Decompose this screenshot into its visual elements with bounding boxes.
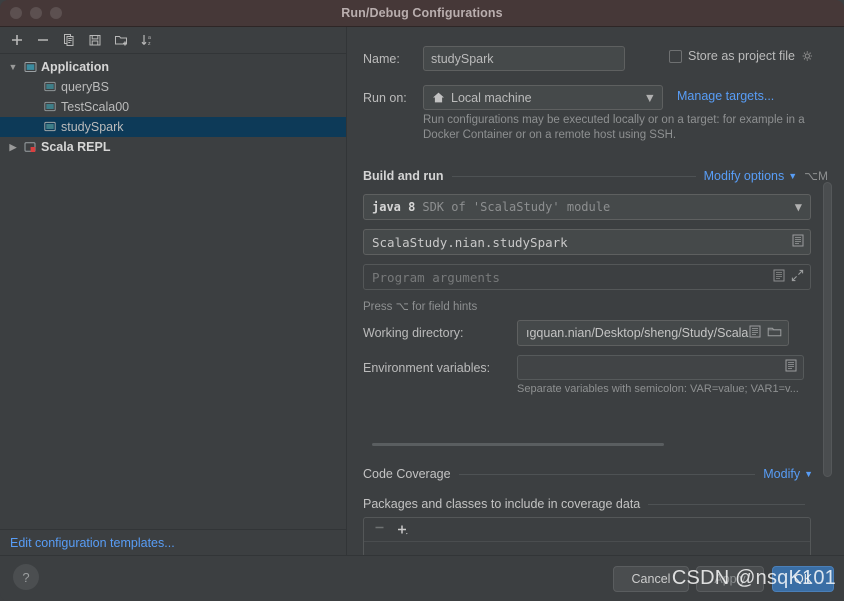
expand-fullscreen-icon[interactable] xyxy=(791,269,804,285)
remove-package-button[interactable] xyxy=(373,521,386,539)
build-and-run-section-header: Build and run Modify options ▼ ⌥M xyxy=(363,169,828,183)
environment-variables-note: Separate variables with semicolon: VAR=v… xyxy=(517,383,799,395)
field-hints-note: Press ⌥ for field hints xyxy=(363,301,478,313)
chevron-down-icon[interactable]: ▼ xyxy=(795,200,802,214)
name-label: Name: xyxy=(363,51,400,66)
chevron-down-icon[interactable]: ▼ xyxy=(644,91,656,105)
remove-configuration-button[interactable] xyxy=(31,29,55,51)
tree-item-studyspark[interactable]: studySpark xyxy=(0,117,346,137)
store-as-project-file-label: Store as project file xyxy=(688,49,795,63)
copy-configuration-button[interactable] xyxy=(57,29,81,51)
section-divider xyxy=(458,473,756,475)
gear-icon[interactable] xyxy=(801,50,814,63)
run-on-label: Run on: xyxy=(363,90,407,105)
apply-button[interactable]: Apply xyxy=(696,566,764,592)
run-on-row: Run on: Local machine ▼ xyxy=(363,85,663,110)
code-coverage-modify-link[interactable]: Modify xyxy=(763,467,800,481)
zoom-window-icon[interactable] xyxy=(50,7,62,19)
sdk-dropdown[interactable]: java 8 SDK of 'ScalaStudy' module ▼ xyxy=(363,194,811,220)
chevron-right-icon[interactable]: ▶ xyxy=(5,142,21,153)
save-configuration-button[interactable] xyxy=(83,29,107,51)
modify-options-link[interactable]: Modify options xyxy=(704,169,785,183)
window-title: Run/Debug Configurations xyxy=(341,6,503,20)
configurations-tree: ▼ Application queryBS TestScala00 studyS… xyxy=(0,54,346,157)
section-divider xyxy=(451,175,696,177)
help-button[interactable]: ? xyxy=(13,564,39,590)
working-directory-input[interactable]: ıgquan.nian/Desktop/sheng/Study/Scala xyxy=(517,320,789,346)
coverage-packages-list[interactable] xyxy=(363,517,811,555)
manage-targets-link[interactable]: Manage targets... xyxy=(677,89,774,103)
main-class-input[interactable]: ScalaStudy.nian.studySpark xyxy=(363,229,811,255)
panel-splitter-handle[interactable] xyxy=(372,443,664,446)
program-arguments-input[interactable]: Program arguments xyxy=(363,264,811,290)
expand-editor-icon[interactable] xyxy=(792,234,804,250)
working-directory-value: ıgquan.nian/Desktop/sheng/Study/Scala xyxy=(526,326,749,340)
tree-group-label: Scala REPL xyxy=(41,140,111,154)
build-and-run-title: Build and run xyxy=(363,169,444,183)
config-icon xyxy=(41,81,59,93)
sdk-name: java 8 xyxy=(372,200,416,214)
config-icon xyxy=(41,121,59,133)
scala-repl-icon xyxy=(21,141,39,154)
ok-button[interactable]: OK xyxy=(772,566,834,592)
chevron-down-icon[interactable]: ▼ xyxy=(804,469,813,479)
run-debug-configurations-dialog: Run/Debug Configurations a z ▼ Applicati… xyxy=(0,0,844,601)
tree-item-label: TestScala00 xyxy=(61,100,130,114)
traffic-lights xyxy=(10,7,62,19)
main-class-value: ScalaStudy.nian.studySpark xyxy=(372,234,568,250)
config-icon xyxy=(41,101,59,113)
edit-configuration-templates-link[interactable]: Edit configuration templates... xyxy=(0,529,347,555)
chevron-down-icon[interactable]: ▼ xyxy=(788,171,797,181)
section-divider xyxy=(648,503,805,505)
run-on-value: Local machine xyxy=(451,90,532,105)
move-to-folder-button[interactable] xyxy=(109,29,133,51)
environment-variables-row: Environment variables: xyxy=(363,355,823,380)
sdk-description: SDK of 'ScalaStudy' module xyxy=(422,200,611,214)
coverage-list-toolbar xyxy=(364,518,810,542)
name-input[interactable]: studySpark xyxy=(423,46,625,71)
tree-item-label: studySpark xyxy=(61,120,124,134)
close-window-icon[interactable] xyxy=(10,7,22,19)
coverage-packages-header: Packages and classes to include in cover… xyxy=(363,497,813,511)
expand-editor-icon[interactable] xyxy=(785,359,797,377)
store-as-project-file-checkbox[interactable] xyxy=(669,49,682,63)
home-icon xyxy=(432,91,445,104)
expand-editor-icon[interactable] xyxy=(773,269,785,285)
svg-text:z: z xyxy=(148,41,151,47)
configuration-editor-panel: Name: studySpark Store as project file R… xyxy=(347,27,844,555)
window-titlebar: Run/Debug Configurations xyxy=(0,0,844,27)
sort-configurations-button[interactable]: a z xyxy=(135,29,159,51)
editor-panel-scrollbar[interactable] xyxy=(823,182,832,477)
environment-variables-input[interactable] xyxy=(517,355,804,380)
code-coverage-section-header: Code Coverage Modify ▼ xyxy=(363,467,813,481)
program-arguments-placeholder: Program arguments xyxy=(372,269,500,285)
environment-variables-label: Environment variables: xyxy=(363,360,491,375)
tree-group-application[interactable]: ▼ Application xyxy=(0,57,346,77)
add-package-button[interactable] xyxy=(396,523,411,537)
coverage-packages-label: Packages and classes to include in cover… xyxy=(363,497,641,511)
dialog-footer: ? Cancel Apply OK CSDN @nsqK101 xyxy=(0,555,844,601)
configurations-sidebar: a z ▼ Application queryBS TestScala00 st… xyxy=(0,27,347,555)
cancel-button[interactable]: Cancel xyxy=(613,566,689,592)
expand-editor-icon[interactable] xyxy=(749,325,761,341)
chevron-down-icon[interactable]: ▼ xyxy=(5,62,21,72)
configurations-toolbar: a z xyxy=(0,27,346,54)
run-on-dropdown[interactable]: Local machine ▼ xyxy=(423,85,663,110)
working-directory-label: Working directory: xyxy=(363,326,464,340)
modify-options-shortcut: ⌥M xyxy=(804,169,828,183)
tree-item-testscala00[interactable]: TestScala00 xyxy=(0,97,346,117)
add-configuration-button[interactable] xyxy=(5,29,29,51)
working-directory-row: Working directory: ıgquan.nian/Desktop/s… xyxy=(363,320,823,346)
tree-group-label: Application xyxy=(41,60,110,74)
tree-item-querybs[interactable]: queryBS xyxy=(0,77,346,97)
tree-group-scala-repl[interactable]: ▶ Scala REPL xyxy=(0,137,346,157)
application-icon xyxy=(21,61,39,74)
minimize-window-icon[interactable] xyxy=(30,7,42,19)
browse-folder-icon[interactable] xyxy=(767,325,782,341)
store-as-project-file-row[interactable]: Store as project file xyxy=(669,49,814,63)
tree-item-label: queryBS xyxy=(61,80,109,94)
code-coverage-title: Code Coverage xyxy=(363,467,451,481)
run-on-hint: Run configurations may be executed local… xyxy=(423,114,805,141)
